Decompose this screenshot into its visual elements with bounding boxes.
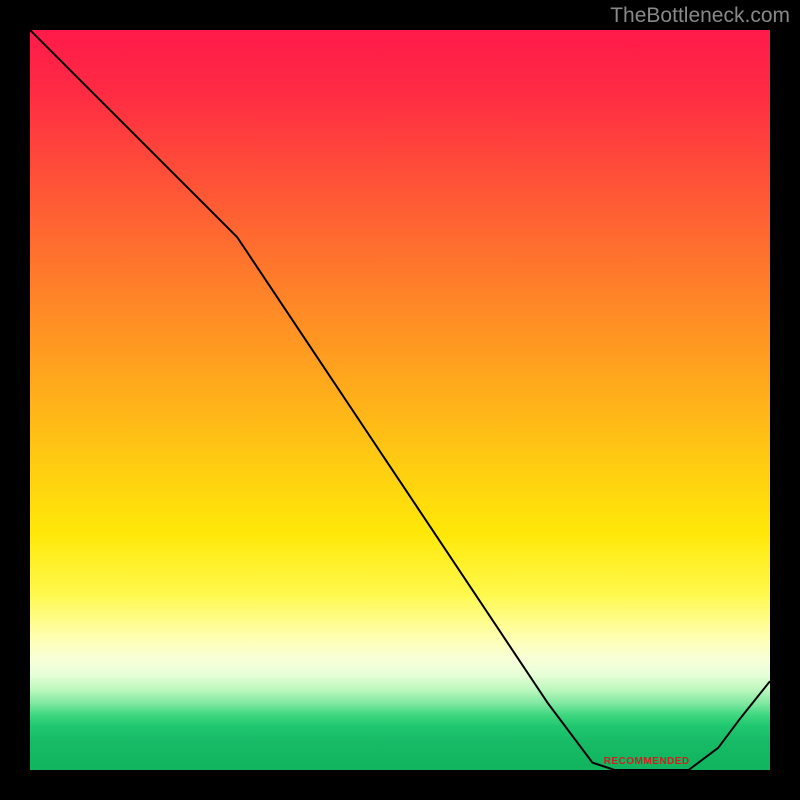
distribution-curve [30, 30, 770, 770]
watermark-text: TheBottleneck.com [610, 4, 790, 28]
chart-container: RECOMMENDED [30, 30, 770, 770]
chart-line-svg [30, 30, 770, 770]
recommended-annotation: RECOMMENDED [604, 756, 690, 767]
